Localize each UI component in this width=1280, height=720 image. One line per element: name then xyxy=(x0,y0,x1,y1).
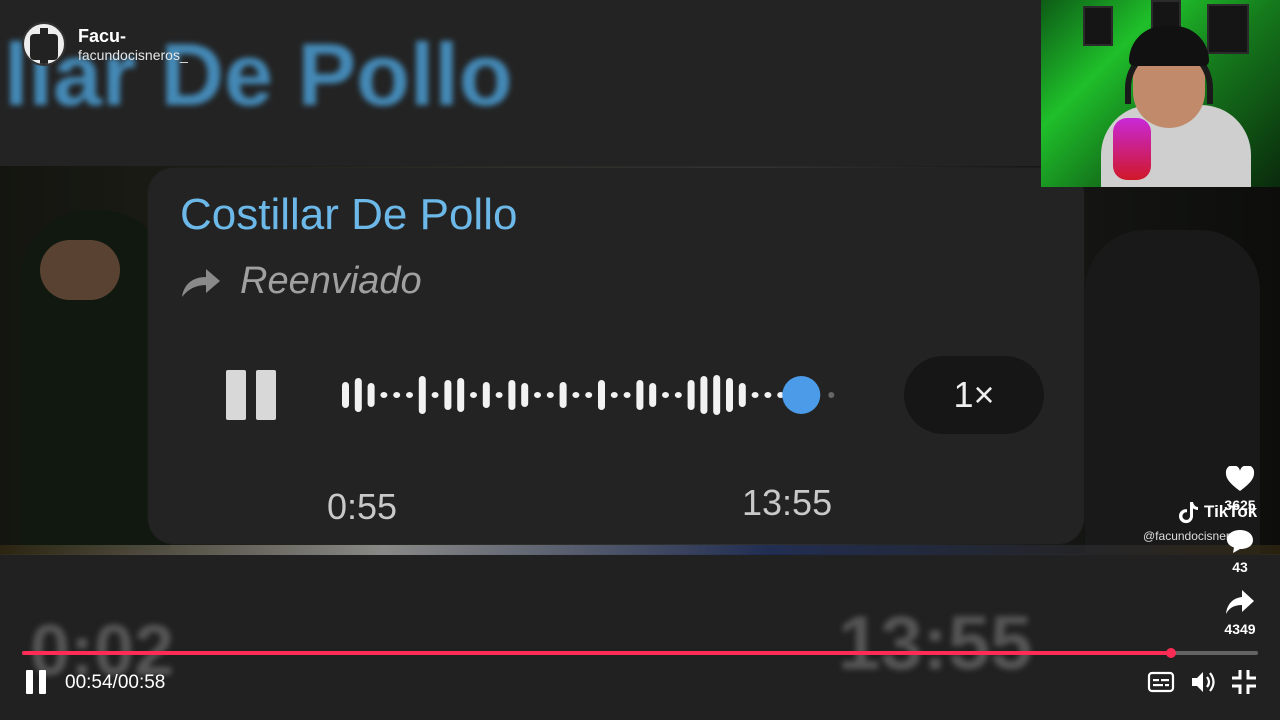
voice-pause-button[interactable] xyxy=(226,370,276,420)
background-blurred-end-time: 13:55 xyxy=(838,601,1033,686)
creator-profile[interactable]: Facu- facundocisneros_ xyxy=(22,22,188,66)
creator-name[interactable]: Facu- xyxy=(78,26,188,47)
background-stripe xyxy=(0,545,1280,555)
creator-handle[interactable]: facundocisneros_ xyxy=(78,47,188,63)
waveform-bar xyxy=(546,392,554,398)
waveform-position-dot[interactable] xyxy=(782,376,821,414)
voice-message-title: Costillar De Pollo xyxy=(180,190,518,239)
tiktok-logo-icon xyxy=(1179,502,1198,524)
pause-icon-bar xyxy=(256,370,276,420)
webcam-overlay xyxy=(1041,0,1280,187)
waveform-bar xyxy=(380,392,388,398)
waveform-bar xyxy=(342,382,349,408)
progress-bar[interactable] xyxy=(22,648,1258,658)
waveform-bar xyxy=(495,392,503,398)
waveform-bar xyxy=(662,392,669,398)
waveform-bar xyxy=(700,376,708,414)
background-hand xyxy=(40,240,120,300)
waveform-bar xyxy=(585,392,593,398)
waveform-bar xyxy=(687,380,695,410)
progress-fill xyxy=(22,651,1172,655)
waveform-bar xyxy=(367,383,375,407)
waveform-bar xyxy=(623,392,631,398)
comment-button[interactable]: 43 xyxy=(1212,528,1268,575)
waveform-bar xyxy=(444,380,452,410)
playback-speed-button[interactable]: 1× xyxy=(904,356,1044,434)
waveform-bar xyxy=(738,383,746,407)
forward-arrow-icon xyxy=(182,268,220,297)
waveform-bar xyxy=(457,378,465,412)
waveform-bar xyxy=(713,375,721,415)
waveform-bar xyxy=(649,383,657,407)
waveform-bar xyxy=(534,392,541,398)
captions-icon[interactable] xyxy=(1147,668,1175,696)
waveform-bar xyxy=(610,392,618,398)
waveform-bar-unplayed xyxy=(828,392,835,398)
background-bottom xyxy=(0,555,1280,720)
waveform-bar xyxy=(482,382,490,408)
forwarded-indicator: Reenviado xyxy=(180,260,422,303)
like-button[interactable]: 3625 xyxy=(1212,465,1268,513)
waveform-bar xyxy=(726,378,733,412)
playback-time: 00:54/00:58 xyxy=(65,672,166,693)
waveform-bar xyxy=(521,383,529,407)
avatar[interactable] xyxy=(22,22,66,66)
heart-icon xyxy=(1225,465,1255,491)
waveform-bar xyxy=(354,378,362,412)
waveform-bar xyxy=(393,392,401,398)
waveform-bar xyxy=(406,392,413,398)
waveform-bar xyxy=(674,392,682,398)
streamer-cap xyxy=(1129,26,1209,66)
waveform-bar xyxy=(470,392,477,398)
wall-poster xyxy=(1083,6,1113,46)
pause-button[interactable] xyxy=(26,670,48,694)
voice-current-time: 0:55 xyxy=(327,486,398,527)
pause-icon xyxy=(26,670,33,694)
like-count: 3625 xyxy=(1224,497,1256,513)
comment-icon xyxy=(1227,530,1253,553)
pause-icon xyxy=(226,370,246,420)
streamer-toy xyxy=(1113,118,1151,180)
voice-duration: 13:55 xyxy=(742,482,833,523)
waveform-bar xyxy=(418,376,426,414)
waveform-bar xyxy=(572,392,580,398)
waveform-bar xyxy=(751,392,759,398)
waveform-bar xyxy=(431,392,439,398)
share-count: 4349 xyxy=(1224,621,1256,637)
share-icon xyxy=(1226,590,1254,614)
forwarded-label: Reenviado xyxy=(240,260,422,302)
voice-waveform[interactable] xyxy=(340,368,852,422)
volume-icon[interactable] xyxy=(1189,668,1217,696)
waveform-bar xyxy=(598,380,605,410)
exit-fullscreen-icon[interactable] xyxy=(1230,668,1258,696)
waveform-bar xyxy=(508,380,516,410)
share-button[interactable]: 4349 xyxy=(1212,588,1268,637)
comment-count: 43 xyxy=(1232,559,1248,575)
wall-poster xyxy=(1207,4,1249,54)
waveform-bar xyxy=(636,380,644,410)
waveform-bar xyxy=(764,392,772,398)
voice-message-card: Costillar De Pollo Reenviado 1× 0:55 13:… xyxy=(148,168,1084,544)
pause-icon-bar xyxy=(39,670,46,694)
waveform-bar xyxy=(559,382,567,408)
